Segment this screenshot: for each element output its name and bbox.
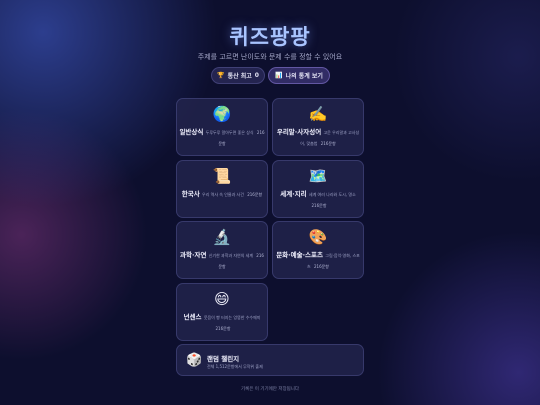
smiley-icon: 😄 <box>214 290 230 308</box>
category-description: 세계 여러 나라와 도시, 명소 <box>308 192 356 197</box>
category-card-korean-idioms[interactable]: ✍️ 우리말·사자성어 고운 우리말과 고사성어, 맞춤법 216문항 <box>272 98 364 156</box>
category-name: 일반상식 <box>179 128 204 136</box>
question-count: 216문항 <box>320 141 336 146</box>
bar-chart-icon: 📊 <box>275 72 283 79</box>
quiz-app: 퀴즈팡팡 주제를 고르면 난이도와 문제 수를 정할 수 있어요 🏆 통산 최고… <box>0 0 540 405</box>
best-score-button[interactable]: 🏆 통산 최고 0 <box>211 67 265 84</box>
random-challenge-description: 전체 1,512문항에서 무작위 출제 <box>207 364 263 369</box>
category-name: 세계·지리 <box>280 190 307 198</box>
question-count: 216문항 <box>247 192 263 197</box>
category-card-culture-arts-sports[interactable]: 🎨 문화·예술·스포츠 그림·음악·영화, 스포츠 216문항 <box>272 221 364 279</box>
question-count: 216문항 <box>215 326 231 331</box>
world-map-icon: 🗺️ <box>308 167 328 185</box>
category-name: 우리말·사자성어 <box>276 128 322 136</box>
palette-icon: 🎨 <box>308 228 328 246</box>
random-challenge-title: 랜덤 챌린지 <box>207 355 240 363</box>
page-title: 퀴즈팡팡 <box>229 25 311 49</box>
category-card-science-nature[interactable]: 🔬 과학·자연 신기한 과학과 자연의 세계 216문항 <box>176 221 268 279</box>
category-card-world-geography[interactable]: 🗺️ 세계·지리 세계 여러 나라와 도시, 명소 216문항 <box>272 160 364 218</box>
category-card-general[interactable]: 🌍 일반상식 두루두루 알아두면 좋은 상식 216문항 <box>176 98 268 156</box>
best-score-label: 통산 최고 <box>227 73 252 80</box>
dice-icon: 🎲 <box>186 353 203 368</box>
microscope-icon: 🔬 <box>212 228 232 246</box>
category-name: 과학·자연 <box>180 251 207 259</box>
page-subtitle: 주제를 고르면 난이도와 문제 수를 정할 수 있어요 <box>197 53 343 61</box>
category-description: 우리 역사 속 인물과 사건 <box>202 192 244 197</box>
category-name: 넌센스 <box>183 313 202 321</box>
my-stats-label: 나의 통계 보기 <box>285 73 323 80</box>
question-count: 216문항 <box>313 264 329 269</box>
writing-hand-icon: ✍️ <box>308 105 328 123</box>
category-name: 문화·예술·스포츠 <box>276 251 323 259</box>
footer-note: 기록은 이 기기에만 저장됩니다 <box>240 387 300 392</box>
best-score-value: 0 <box>254 72 259 79</box>
category-card-nonsense[interactable]: 😄 넌센스 웃음이 빵 터지는 엉뚱한 수수께끼 216문항 <box>176 283 268 341</box>
category-description: 웃음이 빵 터지는 엉뚱한 수수께끼 <box>203 315 261 320</box>
category-description: 두루두루 알아두면 좋은 상식 <box>205 130 254 135</box>
question-count: 216문항 <box>311 203 327 208</box>
trophy-icon: 🏆 <box>217 72 225 79</box>
globe-icon: 🌍 <box>212 105 232 123</box>
category-name: 한국사 <box>181 190 200 198</box>
my-stats-button[interactable]: 📊 나의 통계 보기 <box>268 67 330 84</box>
scroll-icon: 📜 <box>212 167 232 185</box>
category-card-korean-history[interactable]: 📜 한국사 우리 역사 속 인물과 사건 216문항 <box>176 160 268 218</box>
category-description: 신기한 과학과 자연의 세계 <box>208 253 254 258</box>
random-challenge-button[interactable]: 🎲 랜덤 챌린지 전체 1,512문항에서 무작위 출제 <box>176 344 364 376</box>
